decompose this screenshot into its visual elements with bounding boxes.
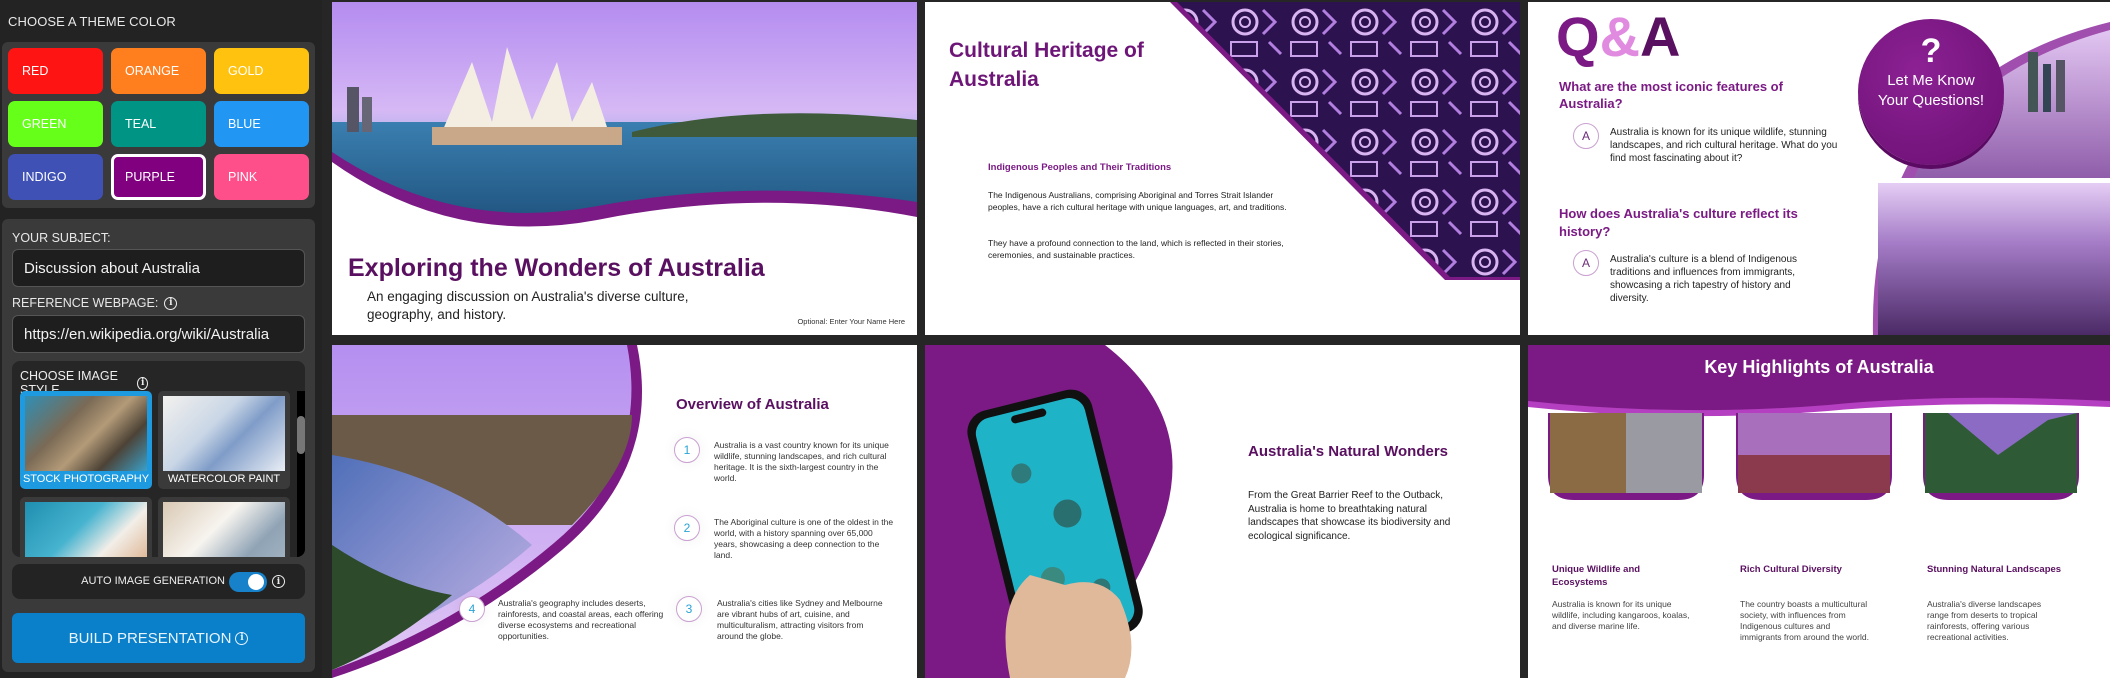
- questions-bubble: ? Let Me Know Your Questions!: [1858, 19, 2004, 165]
- highlights-title: Key Highlights of Australia: [1704, 357, 1934, 377]
- item-number: 1: [674, 437, 700, 463]
- build-presentation-button[interactable]: BUILD PRESENTATION i: [12, 613, 305, 663]
- highlight-card-title: Stunning Natural Landscapes: [1927, 564, 2062, 575]
- highlight-card-title: Rich Cultural Diversity: [1740, 564, 1842, 575]
- papercraft-cat-image: [25, 502, 147, 557]
- heritage-paragraph-1: The Indigenous Australians, comprising A…: [988, 190, 1287, 212]
- anime-cat-image: [163, 502, 285, 557]
- slide-cultural-heritage[interactable]: Cultural Heritage of Australia Indigenou…: [925, 2, 1520, 335]
- theme-color-grid: RED ORANGE GOLD GREEN TEAL BLUE INDIGO P…: [2, 42, 315, 208]
- subject-input[interactable]: Discussion about Australia: [12, 249, 305, 287]
- theme-pink[interactable]: PINK: [214, 154, 309, 200]
- qa-heading-amp: &: [1599, 5, 1641, 68]
- subject-label: YOUR SUBJECT:: [12, 231, 111, 245]
- overview-item-3: Australia's cities like Sydney and Melbo…: [717, 598, 883, 641]
- qa-heading-q: Q: [1556, 5, 1600, 68]
- slide-qa[interactable]: Q&A What are the most iconic features of…: [1528, 2, 2110, 335]
- highlight-card-text: Australia's diverse landscapes range fro…: [1927, 599, 2042, 642]
- style-caption: STOCK PHOTOGRAPHY: [22, 473, 150, 485]
- item-number: 4: [459, 596, 485, 622]
- theme-green[interactable]: GREEN: [8, 101, 103, 147]
- question-2: How does Australia's culture reflect its…: [1559, 206, 1798, 239]
- info-icon[interactable]: i: [137, 376, 148, 390]
- heritage-title: Cultural Heritage of Australia: [949, 39, 1144, 91]
- heritage-subheading: Indigenous Peoples and Their Traditions: [988, 162, 1172, 173]
- qa-heading: Q&A: [1556, 6, 1680, 68]
- slide-title-heading: Exploring the Wonders of Australia: [348, 254, 765, 282]
- theme-orange[interactable]: ORANGE: [111, 48, 206, 94]
- theme-teal[interactable]: TEAL: [111, 101, 206, 147]
- opera-house-image: [332, 2, 917, 335]
- build-label: BUILD PRESENTATION: [68, 629, 232, 647]
- info-icon[interactable]: i: [164, 296, 178, 310]
- item-number: 3: [676, 596, 702, 622]
- slide-natural-wonders[interactable]: Australia's Natural Wonders From the Gre…: [925, 345, 1520, 678]
- info-icon: i: [235, 631, 249, 645]
- item-number: 2: [674, 515, 700, 541]
- theme-indigo[interactable]: INDIGO: [8, 154, 103, 200]
- image-style-box: CHOOSE IMAGE STYLE i STOCK PHOTOGRAPHY W…: [12, 361, 305, 557]
- reference-label: REFERENCE WEBPAGE: i: [12, 296, 178, 310]
- qa-heading-a: A: [1640, 5, 1681, 68]
- slide-key-highlights[interactable]: Key Highlights of Australia Unique Wildl…: [1528, 345, 2110, 678]
- presenter-name: Optional: Enter Your Name Here: [797, 317, 905, 326]
- reference-url-input[interactable]: https://en.wikipedia.org/wiki/Australia: [12, 315, 305, 353]
- overview-title: Overview of Australia: [676, 396, 829, 413]
- overview-item-4: Australia's geography includes deserts, …: [498, 598, 664, 641]
- highlight-card-text: The country boasts a multicultural socie…: [1740, 599, 1869, 642]
- natural-body: From the Great Barrier Reef to the Outba…: [1248, 490, 1451, 542]
- natural-title: Australia's Natural Wonders: [1248, 443, 1449, 460]
- theme-red[interactable]: RED: [8, 48, 103, 94]
- question-1: What are the most iconic features of Aus…: [1559, 79, 1783, 111]
- theme-purple[interactable]: PURPLE: [111, 154, 206, 200]
- style-papercraft[interactable]: [20, 497, 152, 557]
- auto-image-toggle[interactable]: [229, 572, 267, 592]
- highlight-card-text: Australia is known for its unique wildli…: [1552, 599, 1690, 631]
- style-anime[interactable]: [158, 497, 290, 557]
- subject-label-text: YOUR SUBJECT:: [12, 231, 111, 245]
- settings-panel: YOUR SUBJECT: Discussion about Australia…: [2, 219, 315, 672]
- heritage-paragraph-2: They have a profound connection to the l…: [988, 238, 1284, 260]
- theme-blue[interactable]: BLUE: [214, 101, 309, 147]
- style-watercolor-paint[interactable]: WATERCOLOR PAINT: [158, 391, 290, 489]
- overview-item-2: The Aboriginal culture is one of the old…: [714, 517, 894, 560]
- bubble-text: Let Me Know Your Questions!: [1877, 72, 1985, 109]
- style-scrollbar-thumb[interactable]: [297, 416, 305, 454]
- toggle-knob: [248, 574, 264, 590]
- style-stock-photography[interactable]: STOCK PHOTOGRAPHY: [20, 391, 152, 489]
- answer-marker: A: [1573, 123, 1599, 149]
- answer-2: Australia's culture is a blend of Indige…: [1610, 254, 1798, 304]
- overview-item-1: Australia is a vast country known for it…: [714, 440, 889, 483]
- answer-marker: A: [1573, 250, 1599, 276]
- sidebar: CHOOSE A THEME COLOR RED ORANGE GOLD GRE…: [0, 0, 322, 678]
- slide-overview[interactable]: Overview of Australia 1 Australia is a v…: [332, 345, 917, 678]
- answer-1: Australia is known for its unique wildli…: [1610, 127, 1838, 164]
- style-caption: WATERCOLOR PAINT: [167, 473, 281, 485]
- stock-photo-cat-image: [25, 396, 147, 471]
- theme-gold[interactable]: GOLD: [214, 48, 309, 94]
- app-root: CHOOSE A THEME COLOR RED ORANGE GOLD GRE…: [0, 0, 2110, 678]
- reference-label-text: REFERENCE WEBPAGE:: [12, 296, 159, 310]
- question-mark-icon: ?: [1920, 32, 1942, 70]
- watercolor-cat-image: [163, 396, 285, 471]
- slide-title[interactable]: Exploring the Wonders of Australia An en…: [332, 2, 917, 335]
- highlight-card-title: Unique Wildlife and Ecosystems: [1552, 564, 1641, 588]
- slide-subtitle: An engaging discussion on Australia's di…: [367, 289, 689, 322]
- theme-section-title: CHOOSE A THEME COLOR: [8, 14, 176, 29]
- info-icon[interactable]: i: [272, 575, 285, 588]
- auto-image-label: AUTO IMAGE GENERATION: [81, 575, 225, 587]
- auto-image-row: AUTO IMAGE GENERATION i: [12, 564, 305, 599]
